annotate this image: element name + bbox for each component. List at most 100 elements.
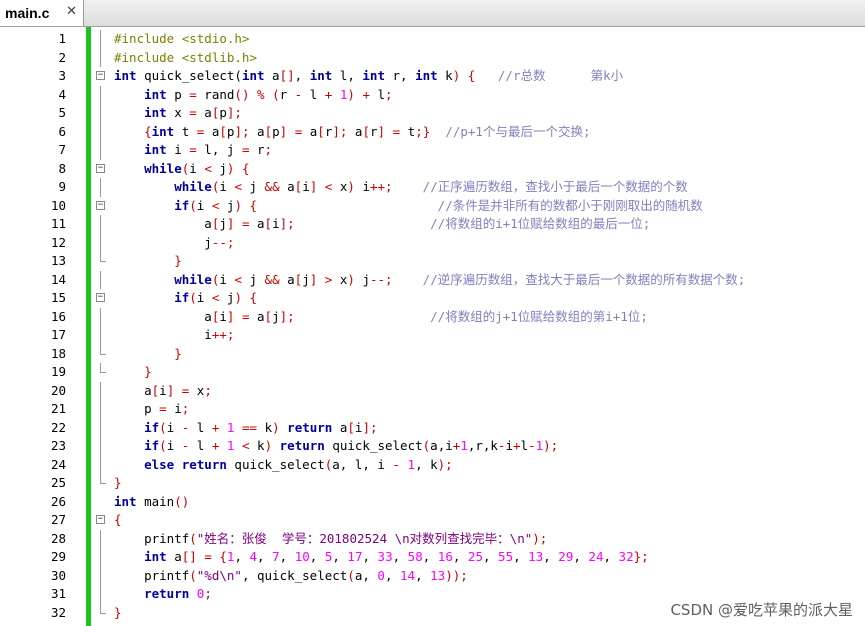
code-line[interactable]: 5 int x = a[p];: [0, 104, 865, 123]
code-text: i++;: [114, 326, 234, 345]
code-line[interactable]: 1 #include <stdio.h>: [0, 30, 865, 49]
code-token: ];: [279, 216, 295, 231]
code-token: j: [272, 308, 280, 324]
code-token: a: [204, 123, 220, 139]
code-token: a: [249, 216, 265, 231]
code-line[interactable]: 4 int p = rand() % (r - l + 1) + l;: [0, 85, 865, 105]
code-text: int x = a[p];: [114, 104, 242, 123]
code-token: a: [249, 308, 265, 324]
code-line[interactable]: 12 j--;: [0, 233, 865, 252]
code-token: int: [114, 68, 137, 83]
fold-collapse-icon[interactable]: −: [96, 71, 105, 80]
line-number: 17: [50, 327, 66, 342]
code-token: 4: [249, 549, 258, 564]
code-line[interactable]: 10 − if(i < j) { //条件是并非所有的数都小于刚刚取出的随机数: [0, 197, 865, 216]
code-line[interactable]: 14 while(i < j && a[j] > x) j--; //逆序遍历数组…: [0, 270, 865, 289]
code-token: ,: [234, 549, 250, 564]
code-token: ,: [543, 549, 559, 564]
code-text: int p = rand() % (r - l + 1) + l;: [114, 86, 392, 105]
fold-guide: [100, 566, 101, 585]
close-icon[interactable]: ✕: [66, 4, 77, 19]
code-token: return: [279, 438, 325, 453]
code-token: while: [174, 179, 212, 194]
fold-end-tick: [100, 261, 106, 262]
fold-collapse-icon[interactable]: −: [96, 163, 105, 173]
code-editor[interactable]: 1 #include <stdio.h> 2 #include <stdlib.h> 3…: [0, 27, 865, 626]
fold-collapse-icon[interactable]: −: [96, 293, 105, 302]
code-line[interactable]: 13}: [0, 252, 865, 271]
code-line[interactable]: 3− int quick_select(int a[], int l, int r…: [0, 67, 865, 86]
code-text: int quick_select(int a[], int l, int r, …: [114, 67, 623, 86]
fold-collapse-icon[interactable]: −: [96, 200, 105, 210]
code-line[interactable]: 7 int i = l, j = r;: [0, 141, 865, 160]
code-token: i: [159, 382, 167, 398]
code-token: 14: [400, 567, 416, 583]
code-token: i: [189, 160, 205, 176]
code-line[interactable]: 24 else return quick_select(a, l, i - 1, …: [0, 455, 865, 474]
line-number: 15: [50, 290, 66, 305]
code-line[interactable]: 11 a[j] = a[i]; //将数组的i+1位赋给数组的最后一位;: [0, 215, 865, 234]
code-token: quick_select: [324, 438, 423, 453]
code-token: <: [234, 179, 242, 194]
code-token: l,: [332, 68, 363, 83]
code-line[interactable]: 2 #include <stdlib.h>: [0, 48, 865, 68]
code-token: ): [347, 179, 355, 194]
fold-guide: [100, 233, 101, 252]
line-number: 12: [50, 234, 66, 250]
code-line[interactable]: 26 int main(): [0, 493, 865, 512]
code-line[interactable]: 22 if(i - l + 1 == k) return a[i];: [0, 418, 865, 437]
code-line[interactable]: 27 −{: [0, 511, 865, 530]
code-line[interactable]: 18}: [0, 344, 865, 364]
code-token: ): [347, 271, 355, 287]
code-line[interactable]: 16 a[i] = a[j]; //将数组的j+1位赋给数组的第i+1位;: [0, 307, 865, 326]
code-line[interactable]: 30 printf("%d\n", quick_select(a, 0, 14, …: [0, 566, 865, 585]
code-token: i: [219, 271, 235, 287]
code-token: int: [415, 68, 438, 83]
code-line[interactable]: 28 printf("姓名：张俊 学号：201802524 \n对数列查找完毕：\…: [0, 529, 865, 548]
code-token: ,: [332, 549, 348, 564]
code-line[interactable]: 23 if(i - l + 1 < k) return quick_select(…: [0, 437, 865, 456]
code-token: a, l, i: [332, 456, 393, 472]
code-token: i: [302, 179, 310, 194]
code-line[interactable]: 20 a[i] = x;: [0, 381, 865, 400]
code-line[interactable]: 29 int a[] = {1, 4, 7, 10, 5, 17, 33, 58,…: [0, 548, 865, 567]
code-token: a: [249, 123, 265, 139]
code-token: t: [174, 123, 197, 139]
code-text: #include <stdio.h>: [114, 30, 249, 49]
code-line[interactable]: 15 − if(i < j) {: [0, 289, 865, 308]
code-line[interactable]: 17 i++;: [0, 326, 865, 345]
code-token: 55: [498, 549, 514, 564]
code-token: ];: [226, 105, 242, 120]
code-line[interactable]: 21 p = i;: [0, 400, 865, 419]
code-text: #include <stdlib.h>: [114, 49, 257, 68]
fold-collapse-icon[interactable]: −: [96, 515, 105, 524]
code-token: %: [257, 86, 265, 102]
code-text: if(i < j) {: [114, 289, 257, 308]
code-token: r: [370, 123, 378, 139]
code-token: {: [241, 160, 250, 176]
code-line[interactable]: 9 while(i < j && a[i] < x) i++; //正序遍历数组，…: [0, 178, 865, 197]
code-line[interactable]: 25}: [0, 474, 865, 493]
code-token: printf: [144, 567, 190, 583]
code-line[interactable]: 8 − while(i < j) {: [0, 160, 865, 179]
tab-main-c[interactable]: main.c ✕: [0, 0, 84, 26]
code-token: 17: [347, 549, 363, 564]
code-token: quick_select(: [136, 68, 242, 83]
code-token: 24: [588, 549, 604, 564]
code-token: ): [234, 197, 242, 213]
code-line[interactable]: 19}: [0, 363, 865, 382]
code-token: return: [181, 456, 227, 472]
watermark: CSDN @爱吃苹果的派大星: [670, 601, 853, 619]
code-token: 29: [558, 549, 574, 564]
code-token: while: [144, 160, 182, 176]
line-number: 9: [58, 179, 66, 194]
code-line[interactable]: 6 {int t = a[p]; a[p] = a[r]; a[r] = t;} …: [0, 122, 865, 141]
code-token: ,: [482, 549, 499, 564]
fold-guide: [100, 30, 101, 49]
